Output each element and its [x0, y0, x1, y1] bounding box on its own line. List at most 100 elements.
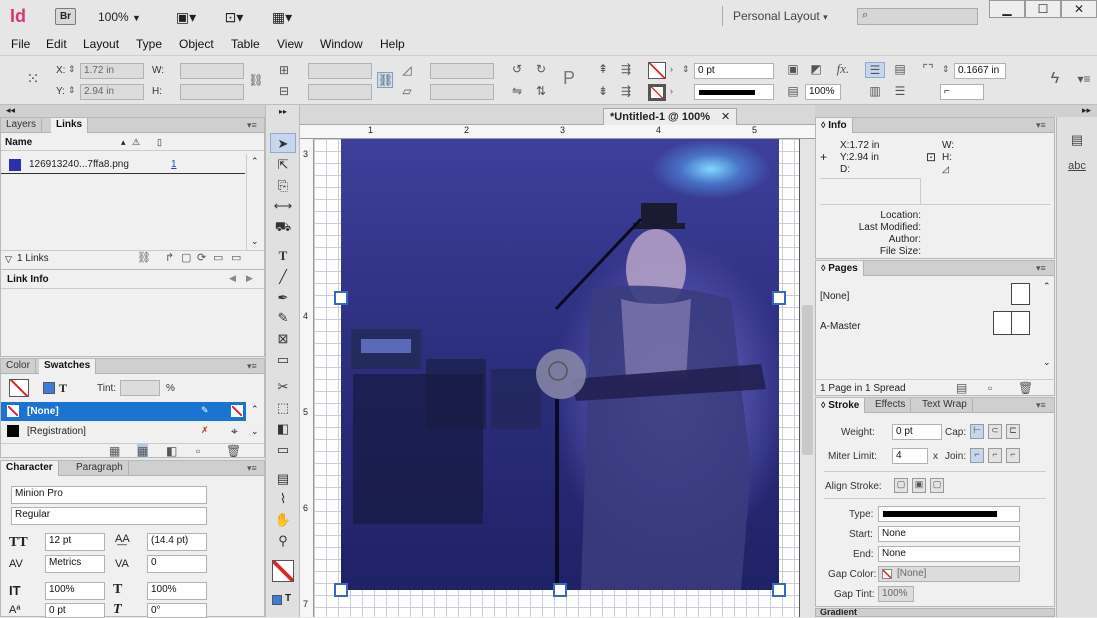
screen-mode-icon[interactable]: ⊡▾	[220, 8, 248, 26]
links-scrollbar[interactable]: ⌃ ⌄	[246, 154, 264, 250]
resize-handle-bottom-right[interactable]	[772, 583, 786, 597]
resize-handle-right[interactable]	[772, 291, 786, 305]
free-transform-tool-icon[interactable]: ⬚	[270, 398, 296, 418]
menu-layout[interactable]: Layout	[83, 37, 119, 51]
end-dropdown[interactable]: None	[878, 546, 1020, 562]
rectangle-frame-tool-icon[interactable]: ⊠	[270, 329, 296, 349]
rectangle-tool-icon[interactable]: ▭	[270, 350, 296, 370]
document-scrollbar[interactable]	[800, 139, 815, 617]
tab-info[interactable]: ◊ Info	[816, 118, 853, 133]
show-gradients-icon[interactable]: ◧	[166, 444, 177, 458]
drop-shadow-icon[interactable]: ▣	[785, 62, 801, 76]
direct-selection-tool-icon[interactable]: ⇱	[270, 155, 296, 175]
fill-stroke-proxy-icon[interactable]	[272, 560, 294, 582]
delete-swatch-icon[interactable]: 🗑	[226, 444, 241, 458]
page-tool-icon[interactable]: ⎘	[270, 176, 296, 196]
placed-photo-frame[interactable]	[341, 139, 779, 590]
scroll-down-icon[interactable]: ⌄	[251, 426, 259, 437]
skew-field[interactable]: 0°	[147, 603, 207, 618]
align-outside-icon[interactable]: ▢	[930, 478, 944, 493]
align-inside-icon[interactable]: ▣	[912, 478, 926, 493]
formatting-container-icon[interactable]	[272, 595, 282, 605]
sort-icon[interactable]: ▴	[121, 137, 126, 148]
select-next-icon[interactable]: ⇶	[618, 84, 634, 98]
text-wrap-jump-icon[interactable]: ☰	[890, 84, 910, 98]
y-stepper[interactable]: ⇕	[68, 85, 76, 96]
zoom-select[interactable]: 100% ▼	[98, 10, 141, 24]
start-dropdown[interactable]: None	[878, 526, 1020, 542]
tab-effects[interactable]: Effects	[870, 398, 912, 413]
corner-size-stepper[interactable]: ⇕	[942, 64, 950, 75]
bridge-button[interactable]: Br	[55, 8, 76, 25]
note-tool-icon[interactable]: ▤	[270, 469, 296, 489]
select-content-icon[interactable]: ⇟	[595, 84, 611, 98]
menu-file[interactable]: File	[11, 37, 30, 51]
gap-color-dropdown[interactable]: [None]	[878, 566, 1020, 582]
page-size-icon[interactable]: ▤	[956, 381, 967, 395]
panel-menu-icon[interactable]: ▾≡	[247, 463, 257, 474]
select-container-icon[interactable]: ⇞	[595, 62, 611, 76]
font-style-select[interactable]: Regular	[11, 507, 207, 525]
y-field[interactable]: 2.94 in	[80, 84, 144, 100]
flip-vertical-icon[interactable]: ⇅	[533, 84, 549, 98]
gap-tool-icon[interactable]: ⟷	[270, 196, 296, 216]
gap-tint-field[interactable]: 100%	[878, 586, 914, 602]
opacity-field[interactable]: 100%	[805, 84, 841, 100]
type-tool-icon[interactable]: T	[270, 246, 296, 266]
pages-scrollbar[interactable]: ⌃ ⌄	[1040, 279, 1054, 371]
fill-dropdown-icon[interactable]: ›	[670, 64, 673, 74]
shadow-toggle-icon[interactable]: ◩	[808, 62, 824, 76]
swatch-row-none[interactable]: [None] ✎	[1, 402, 246, 421]
vertical-ruler[interactable]: 3 4 5 6 7	[300, 139, 314, 617]
tracking-field[interactable]: 0	[147, 555, 207, 573]
miter-join-icon[interactable]: ⌐	[970, 448, 984, 463]
tab-stroke[interactable]: ◊ Stroke	[816, 398, 866, 413]
rotate-ccw-icon[interactable]: ↺	[509, 62, 525, 76]
maximize-button[interactable]: ☐	[1025, 0, 1061, 18]
round-cap-icon[interactable]: ⊂	[988, 424, 1002, 439]
rotate-cw-icon[interactable]: ↻	[533, 62, 549, 76]
close-tab-icon[interactable]: ✕	[721, 111, 730, 123]
text-wrap-bounding-icon[interactable]: ▤	[890, 62, 910, 76]
scissors-tool-icon[interactable]: ✂	[270, 377, 296, 397]
stroke-type-dropdown[interactable]	[878, 506, 1020, 522]
goto-link-icon[interactable]: ↱	[165, 251, 174, 264]
show-colors-icon[interactable]: ▦	[137, 444, 149, 458]
select-previous-icon[interactable]: ⇶	[618, 62, 634, 76]
new-page-icon[interactable]: ▫	[988, 381, 992, 395]
resize-handle-left[interactable]	[334, 291, 348, 305]
horizontal-scale-field[interactable]: 100%	[147, 582, 207, 600]
effects-fx-icon[interactable]: fx.	[832, 61, 854, 77]
menu-view[interactable]: View	[277, 37, 303, 51]
miter-field[interactable]: 4	[892, 448, 928, 464]
none-master[interactable]: [None]	[820, 291, 849, 302]
corner-shape-select[interactable]: ⌐	[940, 84, 984, 100]
shear-field[interactable]	[430, 84, 494, 100]
menu-edit[interactable]: Edit	[46, 37, 67, 51]
scale-y-field[interactable]	[308, 84, 372, 100]
font-size-field[interactable]: 12 pt	[45, 533, 105, 551]
scroll-up-icon[interactable]: ⌃	[251, 404, 259, 415]
content-collector-icon[interactable]: ⛟	[270, 217, 296, 237]
master-left-thumbnail[interactable]	[993, 311, 1012, 335]
link-row[interactable]: 126913240...7ffa8.png 1	[1, 156, 245, 174]
next-link-icon[interactable]: ▶	[246, 273, 253, 284]
relink-icon[interactable]: ⛓	[137, 251, 151, 264]
scroll-up-icon[interactable]: ⌃	[1043, 281, 1051, 292]
search-input[interactable]: ⌕	[857, 8, 978, 25]
quick-apply-icon[interactable]: ϟ	[1047, 70, 1063, 88]
baseline-shift-field[interactable]: 0 pt	[45, 603, 105, 618]
tab-color[interactable]: Color	[1, 359, 36, 374]
disclosure-icon[interactable]: ▽	[5, 254, 12, 265]
page-col-icon[interactable]: ▯	[157, 137, 162, 148]
panel-menu-icon[interactable]: ▾≡	[247, 361, 257, 372]
stroke-weight-stepper[interactable]: ⇕	[682, 64, 690, 75]
reference-point-icon[interactable]: ⁙	[22, 69, 44, 89]
tab-layers[interactable]: Layers	[1, 118, 43, 133]
collapse-tools-icon[interactable]: ▸▸	[274, 107, 292, 116]
close-button[interactable]: ✕	[1061, 0, 1097, 18]
resize-handle-bottom[interactable]	[553, 583, 567, 597]
a-master[interactable]: A-Master	[820, 321, 861, 332]
col-name[interactable]: Name	[5, 137, 32, 148]
menu-window[interactable]: Window	[320, 37, 363, 51]
